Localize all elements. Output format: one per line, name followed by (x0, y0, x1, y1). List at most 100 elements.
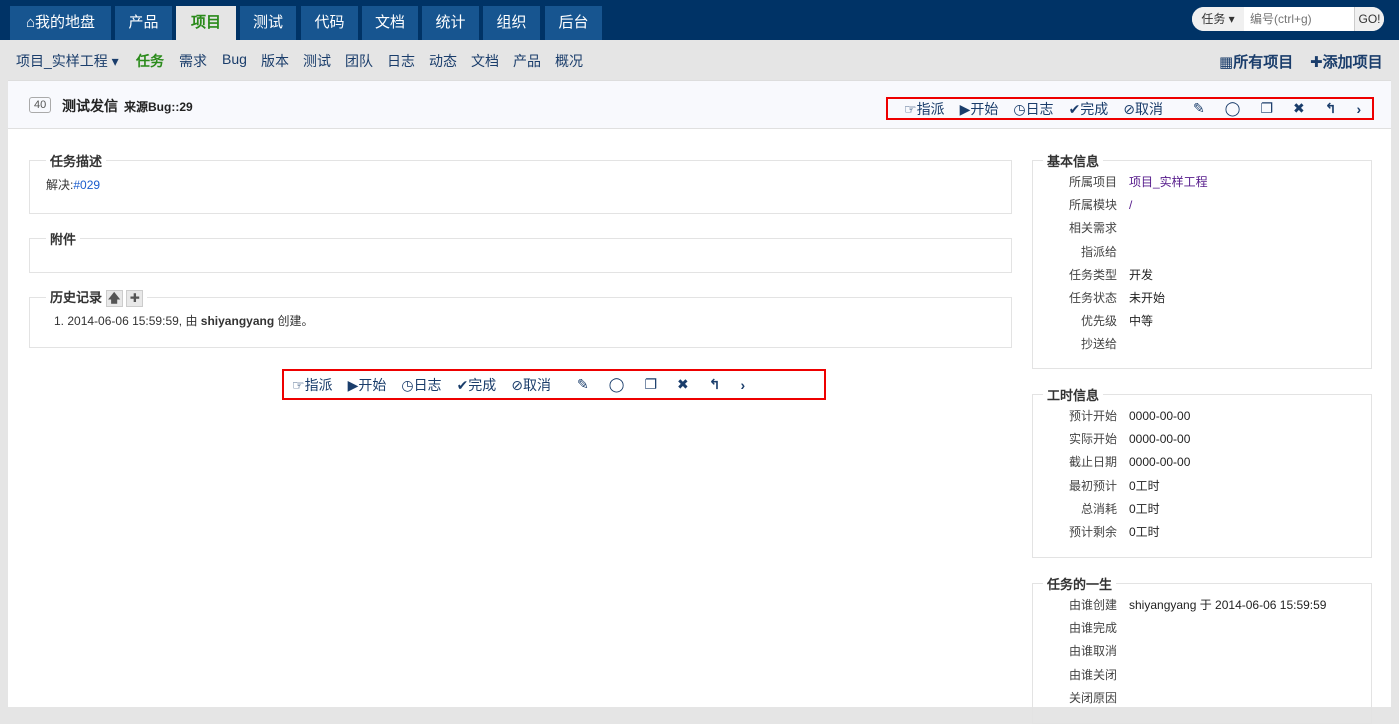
info-value: 0000-00-00 (1129, 454, 1191, 469)
subnav-overview[interactable]: 概况 (555, 51, 583, 71)
tab-org[interactable]: 组织 (483, 6, 540, 40)
info-row: 截止日期 0000-00-00 (1043, 450, 1190, 473)
home-icon: ⌂ (25, 14, 36, 31)
delete-icon[interactable]: ✖ (677, 376, 689, 393)
info-row: 抄送给 (1043, 332, 1208, 355)
info-label: 由谁创建 (1068, 598, 1117, 613)
cancel-button[interactable]: ⊘取消 (1123, 99, 1163, 119)
info-row: 预计剩余 0工时 (1043, 520, 1190, 543)
comment-icon[interactable]: ◯ (609, 376, 625, 393)
sub-navbar: 项目_实样工程 ▾ 任务 需求 Bug 版本 测试 团队 日志 动态 文档 产品… (0, 40, 1399, 80)
delete-icon[interactable]: ✖ (1293, 100, 1305, 117)
info-label: 由谁完成 (1068, 621, 1117, 636)
start-button[interactable]: ▶开始 (960, 99, 999, 119)
info-label: 任务状态 (1068, 291, 1117, 306)
subnav-log[interactable]: 日志 (387, 51, 415, 71)
subnav-doc[interactable]: 文档 (471, 51, 499, 71)
info-row: 最初预计 0工时 (1043, 474, 1190, 497)
thumbs-up-icon: ☞ (292, 376, 305, 393)
subnav-task[interactable]: 任务 (136, 51, 164, 71)
info-row: 相关需求 (1043, 216, 1208, 239)
subnav-dynamic[interactable]: 动态 (429, 51, 457, 71)
arrow-up-icon[interactable]: 🡅 (105, 290, 123, 308)
attachments-section: 附件 (29, 229, 1012, 273)
edit-icon[interactable]: ✎ (1193, 100, 1205, 117)
search-input[interactable] (1244, 7, 1354, 31)
source-bug-link[interactable]: 来源Bug::29 (124, 100, 193, 114)
tab-stat[interactable]: 统计 (422, 6, 479, 40)
info-label: 实际开始 (1068, 432, 1117, 447)
next-icon[interactable]: › (740, 377, 745, 393)
info-value (1129, 616, 1326, 639)
scrollbar[interactable] (1391, 80, 1399, 707)
info-label: 指派给 (1080, 244, 1117, 259)
log-button[interactable]: ◷日志 (401, 375, 441, 395)
subnav-test[interactable]: 测试 (303, 51, 331, 71)
info-label: 关闭原因 (1068, 690, 1117, 705)
basic-info-section: 基本信息 所属项目 项目_实样工程 所属模块 / 相关需求 指派给 任务类型 开发 任务状态 未开… (1032, 151, 1372, 369)
history-section: 历史记录 🡅 ✚ 1. 2014-06-06 15:59:59, 由 shiya… (29, 287, 1012, 348)
description-section: 任务描述 解决:#029 (29, 151, 1012, 214)
finish-button[interactable]: ✔完成 (1069, 99, 1109, 119)
back-icon[interactable]: ↰ (709, 376, 721, 393)
tab-test[interactable]: 测试 (240, 6, 296, 40)
task-header: 40 测试发信 来源Bug::29 ☞指派 ▶开始 ◷日志 ✔完成 ⊘取消 ✎ ◯… (8, 81, 1391, 129)
info-value: shiyangyang 于 2014-06-06 15:59:59 (1129, 598, 1327, 613)
plus-icon[interactable]: ✚ (126, 290, 144, 308)
cancel-button[interactable]: ⊘取消 (511, 375, 551, 395)
back-icon[interactable]: ↰ (1325, 100, 1337, 117)
info-label: 优先级 (1080, 314, 1117, 329)
clock-icon: ◷ (1013, 100, 1026, 117)
comment-icon[interactable]: ◯ (1225, 100, 1241, 117)
play-icon: ▶ (959, 100, 971, 117)
lifecycle-table: 由谁创建 shiyangyang 于 2014-06-06 15:59:59 由谁完… (1043, 593, 1327, 709)
tab-product[interactable]: 产品 (115, 6, 172, 40)
info-label: 截止日期 (1068, 455, 1117, 470)
info-row: 由谁关闭 (1043, 663, 1326, 686)
all-projects-link[interactable]: ▦所有项目 (1219, 51, 1293, 72)
info-label: 任务类型 (1068, 267, 1117, 282)
info-row: 任务状态 未开始 (1043, 286, 1208, 309)
info-value (1129, 240, 1208, 263)
subnav-product[interactable]: 产品 (513, 51, 541, 71)
section-title: 基本信息 (1047, 154, 1100, 169)
task-id-badge: 40 (29, 97, 52, 113)
assign-button[interactable]: ☞指派 (904, 99, 945, 119)
bug-link[interactable]: #029 (73, 178, 100, 192)
assign-button[interactable]: ☞指派 (292, 375, 333, 395)
info-value (1129, 216, 1208, 239)
tab-admin[interactable]: 后台 (545, 6, 602, 40)
info-value (1129, 686, 1326, 709)
log-button[interactable]: ◷日志 (1013, 99, 1053, 119)
task-view: 40 测试发信 来源Bug::29 ☞指派 ▶开始 ◷日志 ✔完成 ⊘取消 ✎ ◯… (8, 80, 1391, 724)
tab-my[interactable]: ⌂我的地盘 (10, 6, 111, 40)
tab-code[interactable]: 代码 (301, 6, 358, 40)
subnav-build[interactable]: 版本 (261, 51, 289, 71)
project-switcher[interactable]: 项目_实样工程 ▾ (16, 51, 119, 71)
search-type-dropdown[interactable]: 任务 ▾ (1192, 7, 1244, 31)
info-row: 任务类型 开发 (1043, 263, 1208, 286)
subnav-bug[interactable]: Bug (222, 51, 247, 67)
info-label: 由谁关闭 (1068, 667, 1117, 682)
tab-project[interactable]: 项目 (176, 6, 236, 40)
section-title: 任务的一生 (1047, 577, 1113, 592)
subnav-story[interactable]: 需求 (179, 51, 207, 71)
ban-icon: ⊘ (511, 376, 524, 393)
subnav-team[interactable]: 团队 (345, 51, 373, 71)
edit-icon[interactable]: ✎ (577, 376, 589, 393)
start-button[interactable]: ▶开始 (348, 375, 387, 395)
description-text: 解决: (46, 178, 74, 192)
info-value[interactable]: / (1129, 193, 1208, 216)
copy-icon[interactable]: ❐ (644, 376, 657, 393)
copy-icon[interactable]: ❐ (1260, 100, 1273, 117)
info-label: 所属项目 (1068, 175, 1117, 190)
section-title: 历史记录 🡅 ✚ (46, 287, 147, 308)
next-icon[interactable]: › (1356, 101, 1361, 117)
finish-button[interactable]: ✔完成 (457, 375, 497, 395)
go-button[interactable]: GO! (1354, 7, 1384, 31)
clock-icon: ◷ (401, 376, 414, 393)
tab-doc[interactable]: 文档 (362, 6, 418, 40)
info-value: 未开始 (1129, 291, 1166, 306)
add-project-link[interactable]: ✚添加项目 (1310, 51, 1383, 72)
info-value[interactable]: 项目_实样工程 (1129, 170, 1208, 193)
